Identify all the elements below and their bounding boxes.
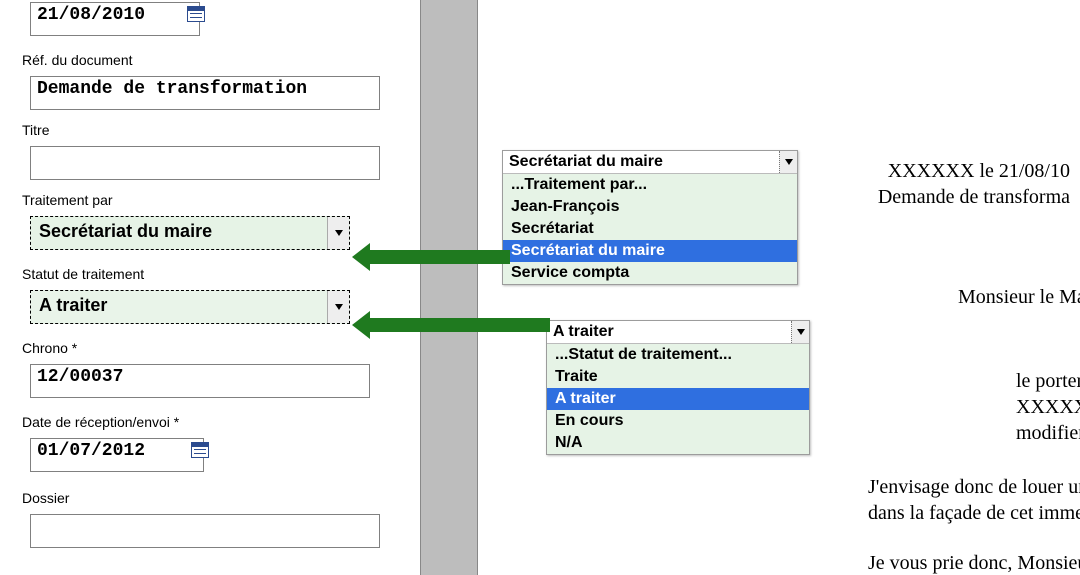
doc-p1b: XXXXX au n°23 de la rue d (1016, 396, 1080, 419)
statut-option[interactable]: En cours (547, 410, 809, 432)
traitement-dropdown-head[interactable]: Secrétariat du maire (503, 151, 797, 174)
traitement-select[interactable]: Secrétariat du maire (30, 216, 350, 250)
statut-option[interactable]: ...Statut de traitement... (547, 344, 809, 366)
doc-subject-line: Demande de transforma (878, 186, 1070, 209)
traitement-option[interactable]: ...Traitement par... (503, 174, 797, 196)
statut-dropdown[interactable]: A traiter ...Statut de traitement...Trai… (546, 320, 810, 455)
traitement-option[interactable]: Service compta (503, 262, 797, 284)
statut-select[interactable]: A traiter (30, 290, 350, 324)
traitement-option-list: ...Traitement par...Jean-FrançoisSecréta… (503, 174, 797, 284)
traitement-option[interactable]: Secrétariat (503, 218, 797, 240)
statut-label: Statut de traitement (22, 266, 144, 282)
doc-greeting: Monsieur le Maire, (958, 286, 1080, 309)
traitement-option[interactable]: Secrétariat du maire (503, 240, 797, 262)
doc-p1c: modifier l'aménagement de (1016, 422, 1080, 445)
reception-value: 01/07/2012 (37, 441, 145, 461)
dossier-label: Dossier (22, 490, 69, 506)
dossier-field[interactable] (30, 514, 380, 548)
reception-label: Date de réception/envoi * (22, 414, 179, 430)
statut-dropdown-head[interactable]: A traiter (547, 321, 809, 344)
arrow-icon (370, 318, 550, 332)
titre-field[interactable] (30, 146, 380, 180)
doc-p2a: J'envisage donc de louer une partie de m… (868, 476, 1080, 499)
panel-separator (420, 0, 478, 575)
doc-p1a: le porter à votre connaissanc (1016, 370, 1080, 393)
traitement-label: Traitement par (22, 192, 113, 208)
chevron-down-icon (327, 291, 349, 323)
doc-p2b: dans la façade de cet immeuble, qui n'es… (868, 502, 1080, 525)
calendar-icon[interactable] (191, 442, 209, 458)
doc-p3: Je vous prie donc, Monsieur, conformémen (868, 552, 1080, 575)
doc-city-line: XXXXXX le 21/08/10 (888, 160, 1070, 183)
chevron-down-icon (327, 217, 349, 249)
titre-label: Titre (22, 122, 49, 138)
chevron-down-icon (791, 321, 809, 343)
ref-label: Réf. du document (22, 52, 133, 68)
statut-option[interactable]: A traiter (547, 388, 809, 410)
ref-value: Demande de transformation (37, 79, 307, 99)
traitement-option[interactable]: Jean-François (503, 196, 797, 218)
chrono-value: 12/00037 (37, 367, 123, 387)
statut-option-list: ...Statut de traitement...TraiteA traite… (547, 344, 809, 454)
traitement-value: Secrétariat du maire (39, 221, 212, 241)
ref-field[interactable]: Demande de transformation (30, 76, 380, 110)
chrono-label: Chrono * (22, 340, 77, 356)
traitement-dropdown-head-text: Secrétariat du maire (509, 153, 663, 170)
reception-field[interactable]: 01/07/2012 (30, 438, 204, 472)
chrono-field[interactable]: 12/00037 (30, 364, 370, 398)
statut-value: A traiter (39, 295, 107, 315)
arrow-icon (370, 250, 510, 264)
calendar-icon[interactable] (187, 6, 205, 22)
date-document-field[interactable]: 21/08/2010 (30, 2, 200, 36)
traitement-dropdown[interactable]: Secrétariat du maire ...Traitement par..… (502, 150, 798, 285)
document-preview: XXXXXX le 21/08/10 Demande de transforma… (478, 0, 1080, 575)
date-document-value: 21/08/2010 (37, 5, 145, 25)
statut-option[interactable]: Traite (547, 366, 809, 388)
form-panel: 21/08/2010 Réf. du document Demande de t… (0, 0, 420, 575)
chevron-down-icon (779, 151, 797, 173)
statut-option[interactable]: N/A (547, 432, 809, 454)
statut-dropdown-head-text: A traiter (553, 323, 614, 340)
